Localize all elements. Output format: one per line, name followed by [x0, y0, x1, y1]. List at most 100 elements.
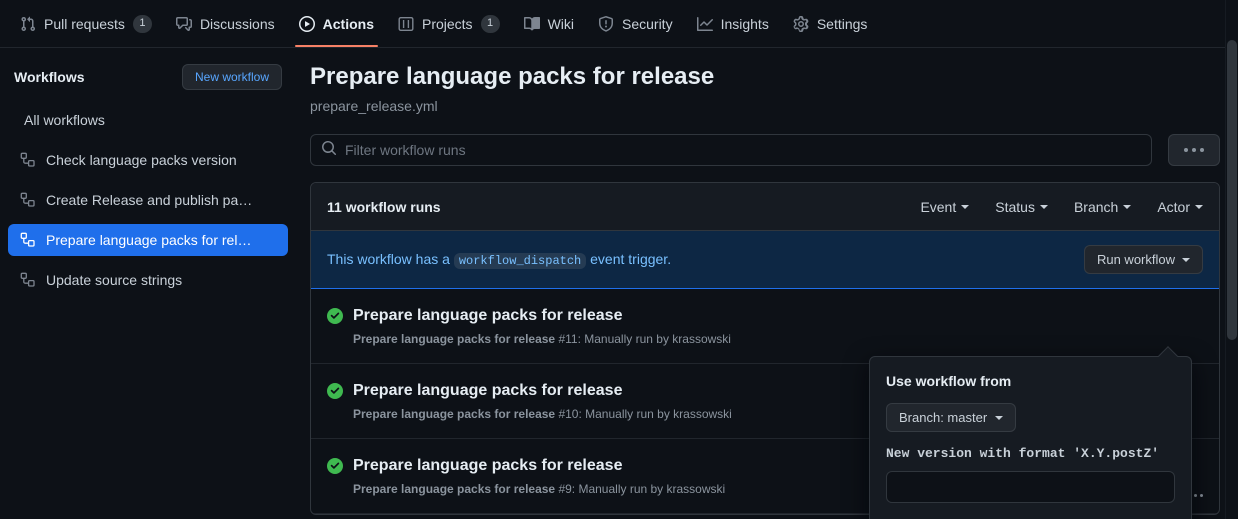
- kebab-dot: [1194, 494, 1197, 497]
- page-scrollbar[interactable]: [1225, 0, 1238, 519]
- chevron-down-icon: [961, 204, 970, 209]
- kebab-dot: [1200, 148, 1204, 152]
- sidebar-item-label: Prepare language packs for rel…: [46, 232, 252, 248]
- sidebar-item-label: All workflows: [24, 112, 105, 128]
- chevron-down-icon: [1195, 204, 1203, 209]
- search-icon: [321, 140, 337, 161]
- workflow-runs-filter[interactable]: [310, 134, 1152, 166]
- run-meta-workflow-name: Prepare language packs for release: [353, 482, 556, 496]
- filter-actor[interactable]: Actor: [1157, 199, 1203, 215]
- filter-label: Actor: [1157, 198, 1190, 215]
- nav-item-discussions[interactable]: Discussions: [164, 0, 287, 47]
- run-workflow-popover: Use workflow from Branch: master New ver…: [869, 346, 1192, 519]
- nav-item-wiki[interactable]: Wiki: [512, 0, 586, 47]
- filter-event[interactable]: Event: [920, 198, 970, 215]
- sidebar-item-label: Update source strings: [46, 272, 183, 288]
- run-meta-detail: #10: Manually run by krassowski: [555, 407, 732, 421]
- project-board-icon: [398, 16, 414, 32]
- gear-icon: [793, 15, 809, 32]
- nav-item-label: Security: [622, 16, 673, 32]
- workflow-dispatch-banner: This workflow has a workflow_dispatch ev…: [311, 231, 1219, 289]
- run-details: Prepare language packs for release Prepa…: [353, 306, 1203, 346]
- repository-nav: Pull requests 1 Discussions Actions Proj…: [0, 0, 1238, 48]
- filter-row: [310, 134, 1220, 166]
- filter-branch[interactable]: Branch: [1073, 198, 1132, 215]
- chevron-down-icon: [995, 415, 1004, 420]
- run-workflow-dropdown-button[interactable]: Run workflow: [1083, 245, 1203, 274]
- chevron-down-icon: [1039, 204, 1048, 209]
- scrollbar-thumb[interactable]: [1227, 40, 1237, 340]
- run-meta-detail: #11: Manually run by krassowski: [555, 332, 731, 346]
- run-workflow-button-label: Run workflow: [1096, 252, 1175, 267]
- nav-item-label: Wiki: [547, 16, 574, 32]
- workflow-runs-filters: Event Status Branch Actor: [920, 199, 1203, 215]
- nav-item-label: Settings: [816, 16, 868, 32]
- dispatch-event-code: workflow_dispatch: [453, 253, 587, 269]
- workflow-runs-header: 11 workflow runs Event Status Branch Act…: [311, 183, 1219, 231]
- git-pull-request-icon: [20, 16, 36, 32]
- dispatch-text-after: event trigger.: [590, 251, 672, 267]
- nav-item-label: Discussions: [199, 16, 275, 32]
- nav-item-security[interactable]: Security: [586, 0, 685, 47]
- nav-item-counter: 1: [480, 14, 500, 33]
- branch-selector-label: Branch: master: [899, 410, 988, 425]
- run-meta: Prepare language packs for release #11: …: [353, 332, 1203, 346]
- search-input[interactable]: [345, 142, 1141, 158]
- comment-discussion-icon: [175, 16, 192, 32]
- workflow-icon: [20, 232, 36, 248]
- new-workflow-button[interactable]: New workflow: [181, 64, 282, 90]
- sidebar-item-check-language-packs-version[interactable]: Check language packs version: [8, 144, 288, 176]
- kebab-dot: [1192, 148, 1196, 152]
- page-body: Workflows New workflow All workflows Che…: [0, 48, 1238, 519]
- book-icon: [523, 16, 540, 32]
- nav-item-label: Projects: [421, 16, 473, 32]
- success-check-icon: [327, 458, 343, 474]
- nav-item-actions[interactable]: Actions: [287, 0, 386, 47]
- workflow-icon: [20, 192, 36, 208]
- success-check-icon: [327, 383, 343, 399]
- sidebar-item-prepare-language-packs-for-release[interactable]: Prepare language packs for rel…: [8, 224, 288, 256]
- branch-selector[interactable]: Branch: master: [886, 403, 1017, 432]
- nav-item-label: Insights: [720, 16, 769, 32]
- sidebar-item-label: Check language packs version: [46, 152, 237, 168]
- version-input[interactable]: [886, 471, 1175, 503]
- dispatch-banner-text: This workflow has a workflow_dispatch ev…: [327, 251, 672, 269]
- kebab-dot: [1184, 148, 1188, 152]
- sidebar-item-create-release-and-publish[interactable]: Create Release and publish pa…: [8, 184, 288, 216]
- version-input-label: New version with format 'X.Y.postZ': [886, 446, 1160, 461]
- success-check-icon: [327, 308, 343, 324]
- play-circle-icon: [298, 15, 315, 32]
- sidebar-item-update-source-strings[interactable]: Update source strings: [8, 264, 288, 296]
- page-title: Prepare language packs for release: [310, 63, 715, 90]
- shield-icon: [598, 15, 614, 32]
- filter-label: Branch: [1073, 198, 1119, 215]
- popover-heading: Use workflow from: [886, 373, 1012, 389]
- filter-label: Status: [995, 198, 1035, 215]
- workflow-icon: [20, 152, 36, 168]
- nav-item-insights[interactable]: Insights: [685, 0, 781, 47]
- sidebar-item-all-workflows[interactable]: All workflows: [8, 104, 288, 136]
- workflow-runs-count: 11 workflow runs: [327, 198, 441, 215]
- filter-status[interactable]: Status: [995, 199, 1048, 215]
- nav-item-counter: 1: [132, 14, 152, 33]
- nav-item-settings[interactable]: Settings: [781, 0, 880, 47]
- workflows-sidebar: Workflows New workflow All workflows Che…: [0, 48, 296, 519]
- sidebar-title: Workflows: [14, 69, 85, 85]
- workflow-icon: [20, 272, 36, 288]
- chevron-down-icon: [1182, 257, 1190, 262]
- dispatch-text-before: This workflow has a: [327, 251, 450, 267]
- workflow-options-button[interactable]: [1168, 134, 1220, 166]
- run-title[interactable]: Prepare language packs for release: [353, 306, 1203, 326]
- graph-icon: [696, 16, 713, 32]
- table-row[interactable]: Prepare language packs for release Prepa…: [311, 289, 1219, 364]
- filter-label: Event: [920, 198, 957, 215]
- nav-item-label: Actions: [322, 16, 374, 32]
- chevron-down-icon: [1123, 204, 1132, 209]
- run-meta-workflow-name: Prepare language packs for release: [353, 407, 556, 421]
- sidebar-item-label: Create Release and publish pa…: [46, 192, 253, 208]
- nav-item-projects[interactable]: Projects 1: [386, 0, 512, 47]
- run-meta-detail: #9: Manually run by krassowski: [555, 482, 726, 496]
- nav-item-pull-requests[interactable]: Pull requests 1: [8, 0, 164, 47]
- nav-item-label: Pull requests: [44, 16, 125, 32]
- sidebar-header: Workflows New workflow: [8, 64, 288, 90]
